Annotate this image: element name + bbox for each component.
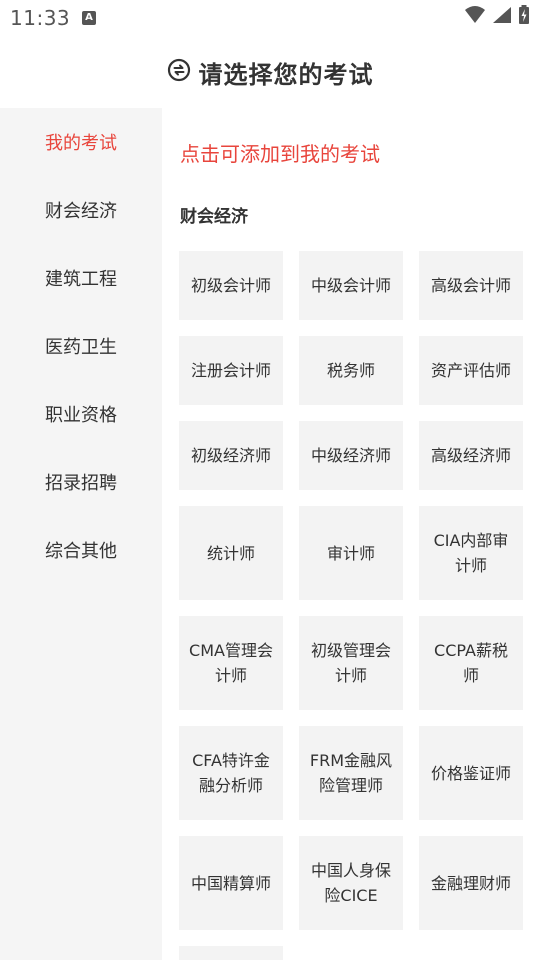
add-hint: 点击可添加到我的考试	[180, 142, 380, 166]
exam-card-partial[interactable]	[179, 946, 283, 960]
exam-list-panel: 点击可添加到我的考试 财会经济 初级会计师 中级会计师 高级会计师 注册会计师 …	[162, 108, 540, 960]
signal-icon	[492, 6, 512, 28]
exam-card[interactable]: 统计师	[179, 506, 283, 600]
exam-card[interactable]: 资产评估师	[419, 336, 523, 405]
sidebar-item-label: 我的考试	[45, 133, 117, 154]
title-bar: 请选择您的考试	[0, 36, 540, 108]
exam-card[interactable]: 中国精算师	[179, 836, 283, 930]
status-icons	[464, 5, 530, 29]
exam-card[interactable]: 审计师	[299, 506, 403, 600]
exam-card[interactable]: CFA特许金融分析师	[179, 726, 283, 820]
exam-card[interactable]: 中级经济师	[299, 421, 403, 490]
exam-card[interactable]: CCPA薪税师	[419, 616, 523, 710]
exam-card[interactable]: 注册会计师	[179, 336, 283, 405]
sidebar-item-professional-qualification[interactable]: 职业资格	[0, 380, 162, 448]
status-bar: 11:33 A	[0, 0, 540, 36]
sidebar-item-finance-economics[interactable]: 财会经济	[0, 176, 162, 244]
exam-card[interactable]: 税务师	[299, 336, 403, 405]
sidebar-item-medicine-health[interactable]: 医药卫生	[0, 312, 162, 380]
exam-card[interactable]: FRM金融风险管理师	[299, 726, 403, 820]
sidebar-item-recruitment[interactable]: 招录招聘	[0, 448, 162, 516]
sidebar-item-label: 职业资格	[45, 405, 117, 426]
wifi-icon	[464, 6, 486, 28]
exam-card[interactable]: 金融理财师	[419, 836, 523, 930]
exam-card[interactable]: 高级会计师	[419, 251, 523, 320]
sidebar-item-label: 医药卫生	[45, 337, 117, 358]
exam-card[interactable]: 中国人身保险CICE	[299, 836, 403, 930]
refresh-icon[interactable]	[167, 58, 191, 86]
sidebar-item-label: 建筑工程	[45, 269, 117, 290]
sidebar-item-construction[interactable]: 建筑工程	[0, 244, 162, 312]
sidebar-item-label: 综合其他	[45, 541, 117, 562]
category-sidebar: 我的考试 财会经济 建筑工程 医药卫生 职业资格 招录招聘 综合其他	[0, 108, 162, 960]
exam-card[interactable]: CMA管理会计师	[179, 616, 283, 710]
sidebar-item-label: 招录招聘	[45, 473, 117, 494]
sidebar-item-label: 财会经济	[45, 201, 117, 222]
exam-card[interactable]: 高级经济师	[419, 421, 523, 490]
exam-card[interactable]: 中级会计师	[299, 251, 403, 320]
exam-card[interactable]: CIA内部审计师	[419, 506, 523, 600]
section-title: 财会经济	[180, 207, 248, 227]
page-title: 请选择您的考试	[198, 60, 374, 89]
notification-app-icon: A	[82, 11, 96, 25]
exam-card[interactable]: 初级会计师	[179, 251, 283, 320]
exam-card[interactable]: 初级经济师	[179, 421, 283, 490]
exam-card[interactable]: 价格鉴证师	[419, 726, 523, 820]
status-time: 11:33	[10, 6, 71, 30]
sidebar-item-others[interactable]: 综合其他	[0, 516, 162, 584]
sidebar-item-my-exams[interactable]: 我的考试	[0, 108, 162, 176]
exam-card[interactable]: 初级管理会计师	[299, 616, 403, 710]
battery-icon	[518, 5, 530, 29]
